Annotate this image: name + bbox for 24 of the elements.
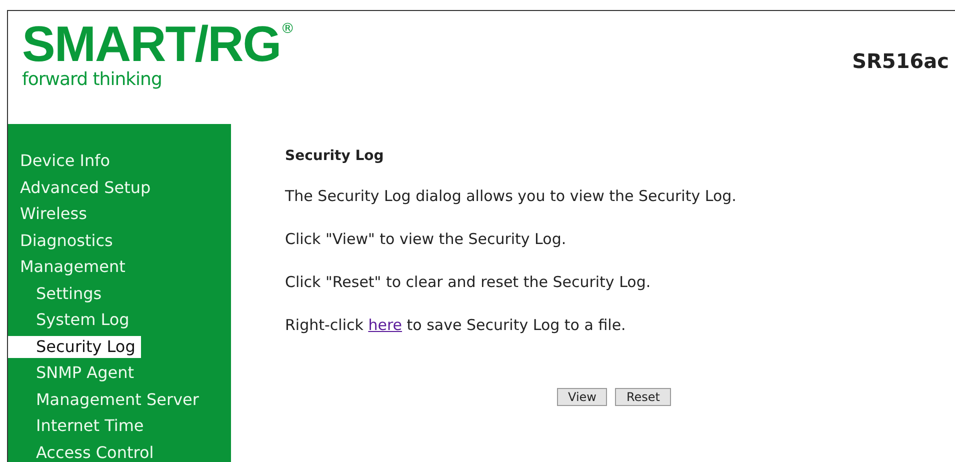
sidebar-item[interactable]: Access Control [8, 440, 160, 462]
save-link[interactable]: here [368, 316, 402, 334]
description-text: Click "Reset" to clear and reset the Security Log. [285, 272, 651, 292]
sidebar-item[interactable]: Diagnostics [8, 228, 119, 254]
view-button[interactable]: View [557, 388, 608, 406]
sidebar-item[interactable]: Wireless [8, 201, 93, 228]
model-name: SR516ac [852, 49, 949, 73]
sidebar-item[interactable]: Management [8, 254, 132, 280]
sidebar-item[interactable]: Internet Time [8, 413, 150, 440]
logo-text: SMART/RG [22, 17, 281, 71]
page-title: Security Log [285, 148, 384, 164]
sidebar-item[interactable]: Settings [8, 280, 108, 307]
reset-button[interactable]: Reset [615, 388, 672, 406]
sidebar-item[interactable]: Device Info [8, 148, 116, 174]
sidebar-item[interactable]: Management Server [8, 386, 205, 413]
sidebar-item[interactable]: Security Log [8, 336, 142, 358]
sidebar-item[interactable]: Advanced Setup [8, 174, 157, 201]
registered-mark: ® [280, 21, 295, 37]
sidebar-item[interactable]: System Log [8, 307, 136, 334]
description-text: The Security Log dialog allows you to view the Security Log. [285, 186, 736, 206]
sidebar-item[interactable]: SNMP Agent [8, 360, 140, 386]
logo-tagline: forward thinking [22, 69, 163, 91]
description-text: Right-click here to save Security Log to a file. [285, 315, 626, 335]
description-text: Click "View" to view the Security Log. [285, 229, 566, 249]
